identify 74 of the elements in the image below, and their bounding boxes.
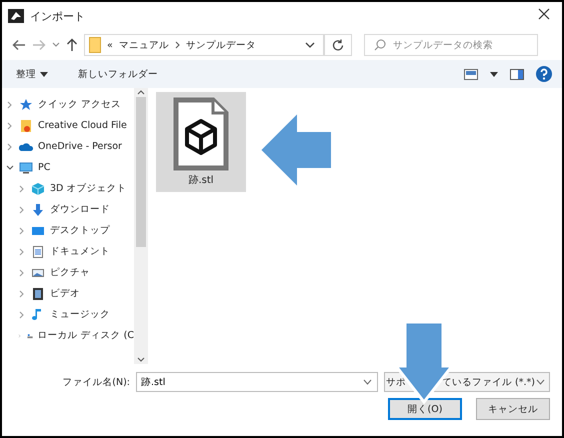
chevron-right-icon[interactable] bbox=[18, 206, 26, 214]
sidebar-item[interactable]: ローカル ディスク (C bbox=[6, 325, 134, 346]
preview-pane-button[interactable] bbox=[510, 68, 524, 80]
chevron-right-icon[interactable] bbox=[6, 122, 14, 130]
forward-button[interactable] bbox=[32, 39, 46, 51]
help-icon bbox=[536, 66, 552, 82]
file-cube-icon bbox=[173, 97, 229, 171]
view-button[interactable] bbox=[464, 68, 478, 80]
scroll-up-icon bbox=[137, 90, 145, 95]
breadcrumb[interactable]: サンプルデータ bbox=[186, 38, 256, 52]
download-icon bbox=[31, 202, 45, 216]
open-button[interactable]: 開く(O) bbox=[388, 398, 462, 420]
breadcrumb-overflow[interactable]: « bbox=[107, 40, 113, 50]
up-arrow-icon bbox=[66, 38, 78, 52]
chevron-down-icon bbox=[305, 42, 315, 48]
sidebar-item[interactable]: Creative Cloud File bbox=[6, 115, 134, 136]
file-item[interactable]: 跡.stl bbox=[156, 92, 246, 192]
preview-pane-icon bbox=[510, 68, 524, 80]
sidebar-item[interactable]: ビデオ bbox=[6, 283, 134, 304]
sidebar-item[interactable]: ピクチャ bbox=[6, 262, 134, 283]
cloud-folder-icon bbox=[19, 118, 33, 132]
organize-button[interactable]: 整理 bbox=[16, 68, 48, 80]
chevron-icon bbox=[174, 41, 180, 49]
breadcrumb[interactable]: マニュアル bbox=[118, 38, 169, 52]
chevron-down-icon bbox=[536, 379, 545, 385]
pc-icon bbox=[19, 160, 33, 174]
sidebar-item[interactable]: OneDrive - Persor bbox=[6, 136, 134, 157]
filename-label: ファイル名(N): bbox=[62, 376, 130, 388]
cube-icon bbox=[31, 182, 45, 196]
sidebar-item[interactable]: PC bbox=[6, 157, 134, 178]
sidebar-item[interactable]: 3D オブジェクト bbox=[6, 178, 134, 199]
recent-dropdown-button[interactable] bbox=[52, 42, 60, 48]
folder-icon bbox=[89, 37, 101, 53]
window-title: インポート bbox=[30, 8, 86, 24]
back-arrow-icon bbox=[12, 39, 26, 51]
chevron-right-icon[interactable] bbox=[18, 310, 26, 318]
scroll-thumb[interactable] bbox=[136, 97, 146, 247]
close-icon bbox=[538, 8, 550, 20]
chevron-right-icon[interactable] bbox=[18, 226, 26, 234]
chevron-right-icon[interactable] bbox=[18, 332, 22, 340]
up-button[interactable] bbox=[66, 38, 78, 52]
address-bar[interactable]: « マニュアル サンプルデータ bbox=[84, 34, 324, 56]
new-folder-button[interactable]: 新しいフォルダー bbox=[78, 68, 158, 80]
sidebar-item[interactable]: ミュージック bbox=[6, 304, 134, 325]
chevron-down-icon[interactable] bbox=[6, 164, 14, 172]
refresh-button[interactable] bbox=[324, 34, 352, 56]
sidebar-item[interactable]: クイック アクセス bbox=[6, 94, 134, 115]
forward-arrow-icon bbox=[32, 39, 46, 51]
video-icon bbox=[31, 286, 45, 300]
chevron-right-icon[interactable] bbox=[18, 248, 26, 256]
view-dropdown-button[interactable] bbox=[490, 72, 498, 76]
scroll-down-icon bbox=[137, 357, 145, 362]
sidebar-item[interactable]: ドキュメント bbox=[6, 241, 134, 262]
view-icon bbox=[464, 68, 478, 80]
chevron-right-icon[interactable] bbox=[18, 184, 26, 192]
star-icon bbox=[19, 98, 33, 112]
sidebar-item[interactable]: ダウンロード bbox=[6, 199, 134, 220]
chevron-right-icon[interactable] bbox=[6, 142, 14, 150]
chevron-right-icon[interactable] bbox=[18, 290, 26, 298]
chevron-down-icon bbox=[363, 379, 372, 385]
document-icon bbox=[31, 244, 45, 258]
help-button[interactable] bbox=[536, 66, 552, 82]
filename-field[interactable]: 跡.stl bbox=[136, 372, 378, 392]
app-logo-icon bbox=[8, 9, 24, 23]
back-button[interactable] bbox=[12, 39, 26, 51]
sidebar-item[interactable]: デスクトップ bbox=[6, 220, 134, 241]
cancel-button[interactable]: キャンセル bbox=[476, 398, 550, 420]
caret-icon bbox=[490, 72, 498, 76]
chevron-right-icon[interactable] bbox=[6, 100, 14, 108]
search-field[interactable]: サンプルデータの検索 bbox=[364, 34, 538, 56]
refresh-icon bbox=[332, 39, 344, 51]
caret-icon bbox=[52, 42, 60, 48]
caret-icon bbox=[40, 72, 48, 76]
chevron-right-icon[interactable] bbox=[18, 268, 26, 276]
